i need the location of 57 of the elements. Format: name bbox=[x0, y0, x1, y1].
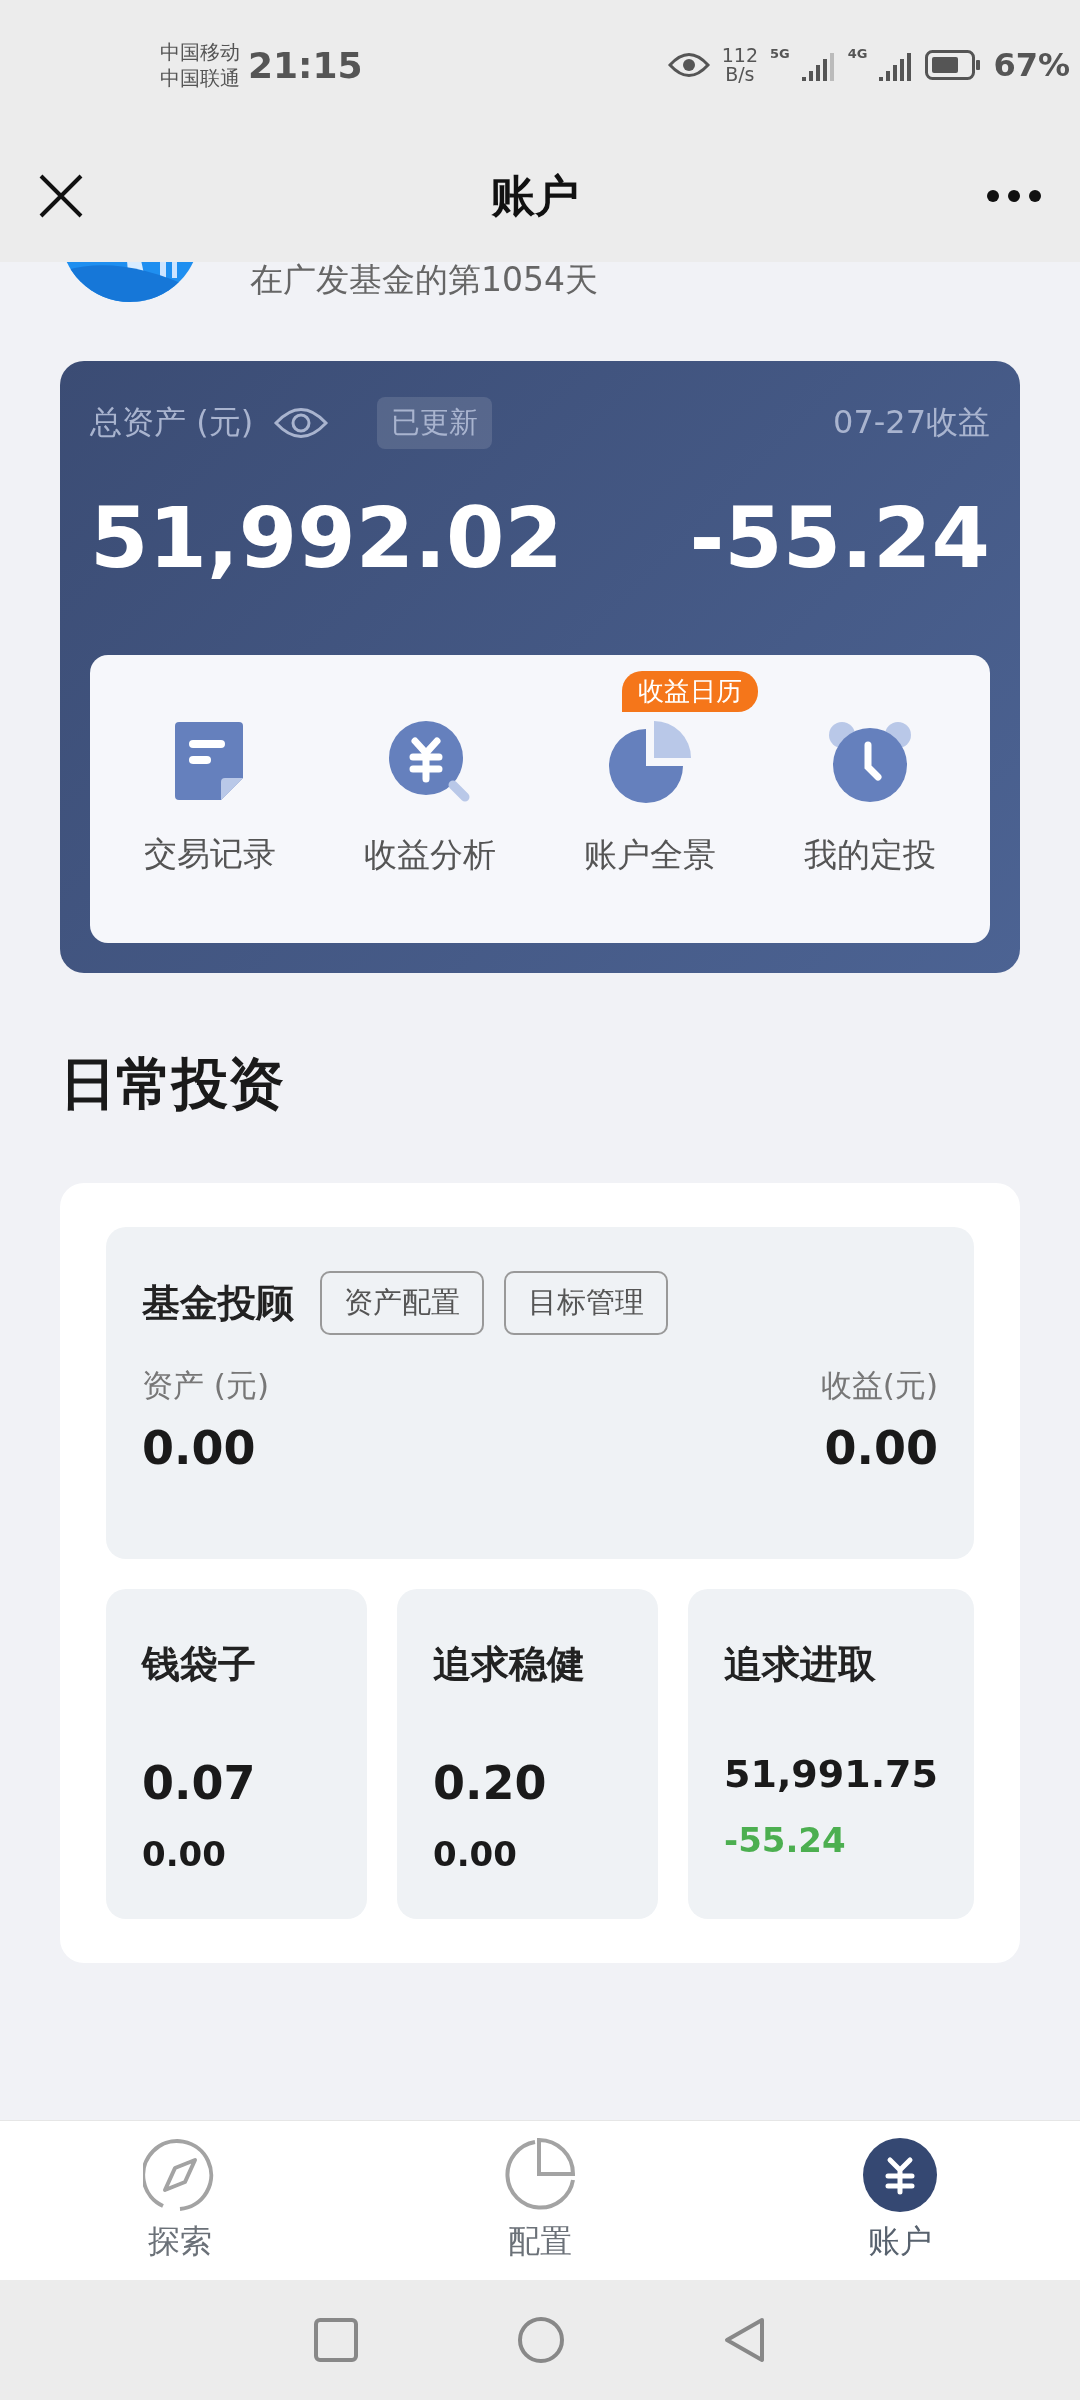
yen-icon bbox=[863, 2137, 937, 2212]
portfolio-card[interactable]: 钱袋子 0.07 0.00 bbox=[106, 1589, 367, 1919]
nav-tab[interactable]: 配置 bbox=[360, 2121, 720, 2280]
portfolio-change: 0.00 bbox=[142, 1834, 227, 1874]
asset-label: 资产 (元) bbox=[142, 1366, 270, 1405]
portfolio-amount: 51,991.75 bbox=[724, 1752, 938, 1796]
pie-chart-icon bbox=[609, 720, 691, 803]
pie-chart-icon bbox=[503, 2137, 577, 2212]
portfolio-amount: 0.07 bbox=[142, 1756, 257, 1810]
recent-apps-button[interactable] bbox=[314, 2318, 358, 2362]
total-assets-value: 51,992.02 bbox=[90, 489, 563, 587]
income-value: 0.00 bbox=[824, 1421, 938, 1475]
daily-income-value: -55.24 bbox=[689, 489, 990, 587]
network-speed: 112 bbox=[721, 46, 758, 65]
carrier-name: 中国移动 bbox=[160, 39, 240, 65]
membership-days: 在广发基金的第1054天 bbox=[250, 262, 598, 303]
clock-icon bbox=[828, 720, 912, 803]
shortcut-button[interactable]: 收益分析 bbox=[320, 655, 540, 943]
nav-tab[interactable]: 账户 bbox=[720, 2121, 1080, 2280]
battery-icon bbox=[925, 50, 982, 80]
more-button[interactable] bbox=[986, 189, 1042, 203]
total-assets-label: 总资产 (元) bbox=[90, 402, 254, 443]
network-speed: B/s bbox=[725, 65, 755, 84]
advisor-link-button[interactable]: 资产配置 bbox=[320, 1271, 484, 1335]
network-type: 5G bbox=[769, 46, 790, 61]
carrier-name: 中国联通 bbox=[160, 65, 240, 91]
income-label: 收益(元) bbox=[820, 1366, 938, 1405]
calendar-badge: 收益日历 bbox=[622, 671, 758, 712]
page-title: 账户 bbox=[491, 168, 579, 223]
shortcut-button[interactable]: 我的定投 bbox=[760, 655, 980, 943]
section-title: 日常投资 bbox=[60, 1050, 285, 1118]
battery-level: 67% bbox=[993, 46, 1070, 84]
document-icon bbox=[175, 721, 245, 802]
advisor-title: 基金投顾 bbox=[142, 1279, 294, 1327]
close-button[interactable] bbox=[38, 173, 84, 219]
portfolio-change: 0.00 bbox=[433, 1834, 518, 1874]
network-type: 4G bbox=[847, 46, 868, 61]
yen-search-icon bbox=[389, 720, 471, 803]
advisor-link-button[interactable]: 目标管理 bbox=[504, 1271, 668, 1335]
shortcut-button[interactable]: 收益日历 账户全景 bbox=[540, 655, 760, 943]
shortcut-button[interactable]: 交易记录 bbox=[100, 655, 320, 943]
portfolio-amount: 0.20 bbox=[433, 1756, 548, 1810]
portfolio-name: 钱袋子 bbox=[142, 1641, 257, 1688]
asset-value: 0.00 bbox=[142, 1421, 256, 1475]
portfolio-card[interactable]: 追求稳健 0.20 0.00 bbox=[397, 1589, 659, 1919]
eye-button[interactable] bbox=[273, 406, 330, 440]
daily-income-label: 07-27收益 bbox=[833, 402, 990, 443]
eye-icon bbox=[667, 52, 710, 78]
nav-tab[interactable]: 探索 bbox=[0, 2121, 360, 2280]
home-button[interactable] bbox=[518, 2317, 564, 2363]
clock-time: 21:15 bbox=[248, 44, 363, 86]
portfolio-name: 追求稳健 bbox=[433, 1641, 586, 1688]
updated-badge: 已更新 bbox=[377, 397, 493, 449]
back-button[interactable] bbox=[724, 2317, 766, 2363]
portfolio-card[interactable]: 追求进取 51,991.75 -55.24 bbox=[688, 1589, 974, 1919]
portfolio-name: 追求进取 bbox=[724, 1641, 878, 1688]
portfolio-change: -55.24 bbox=[724, 1820, 847, 1860]
